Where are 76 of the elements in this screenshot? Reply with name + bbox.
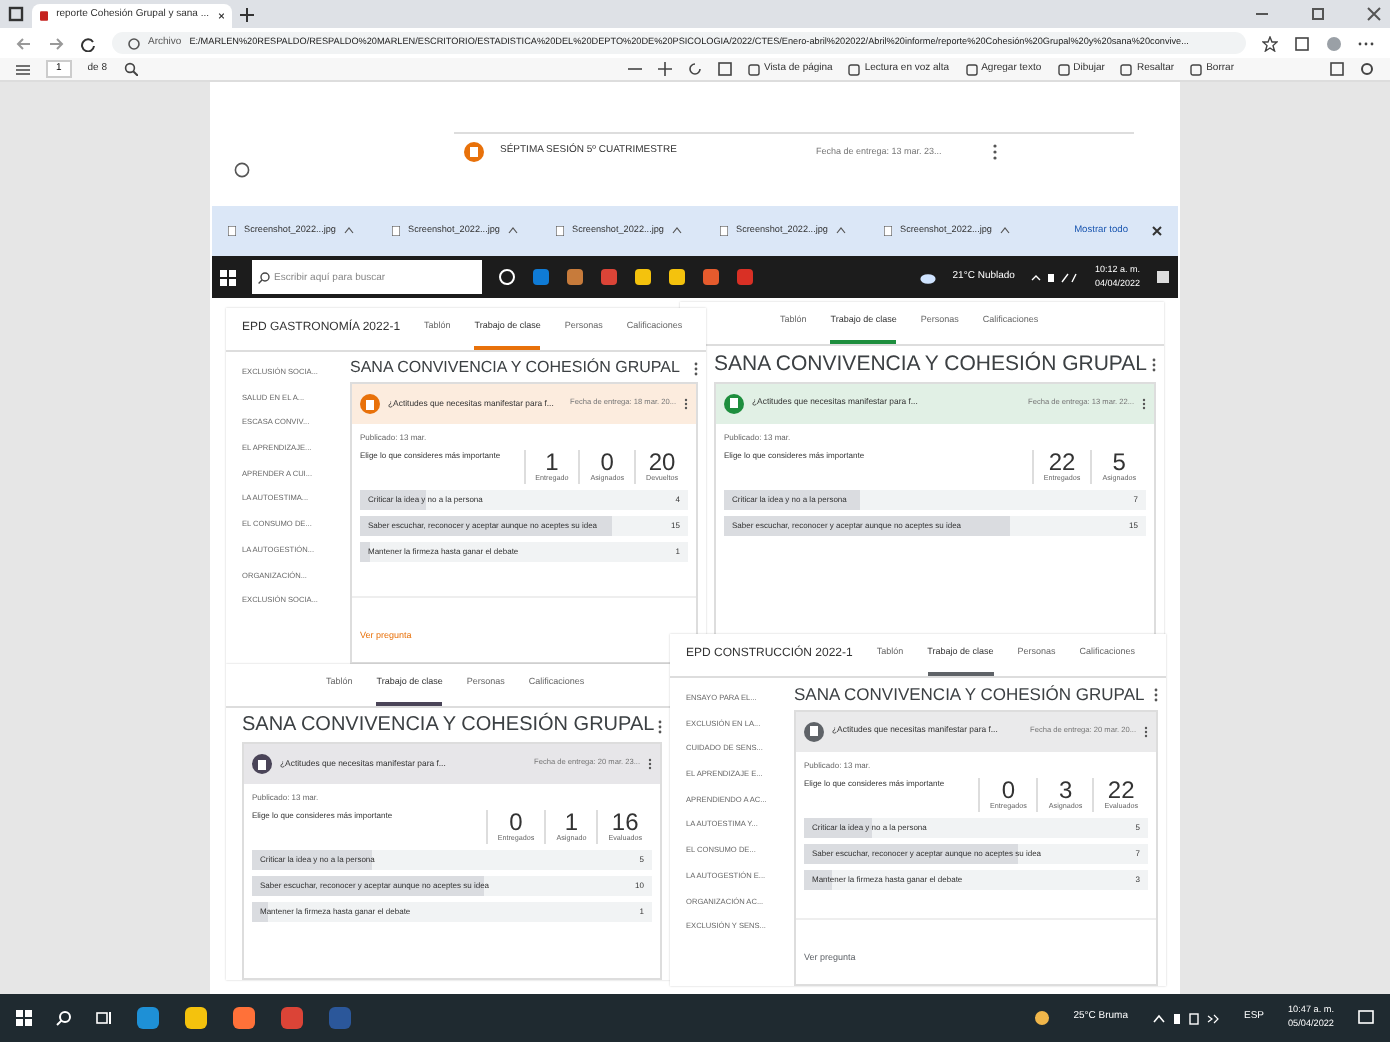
file-icon [392, 225, 400, 236]
app-icon[interactable] [566, 268, 584, 286]
notifications-icon[interactable] [1358, 1010, 1374, 1026]
sun-icon [1033, 1010, 1050, 1026]
more-icon[interactable] [992, 144, 998, 160]
collections-icon[interactable] [1294, 35, 1310, 51]
close-icon[interactable] [1366, 6, 1382, 22]
browser-icon[interactable] [600, 268, 618, 286]
close-icon[interactable] [217, 10, 224, 22]
help-icon[interactable] [234, 162, 250, 178]
tray-icons [1151, 1011, 1220, 1025]
pdf-icon [40, 8, 49, 24]
favorite-icon[interactable] [1262, 35, 1278, 51]
folder-icon[interactable] [184, 1006, 208, 1030]
browser-icon[interactable] [136, 1006, 160, 1030]
folder-icon[interactable] [634, 268, 652, 286]
file-icon [556, 225, 564, 236]
forward-icon[interactable] [48, 35, 64, 51]
stat-value: 22 [1048, 449, 1076, 473]
windows-icon[interactable] [16, 1010, 32, 1026]
zoom-out-icon[interactable] [627, 62, 642, 76]
profile-icon[interactable] [1326, 35, 1342, 51]
close-icon[interactable] [1152, 226, 1162, 236]
stat-value: 20 [648, 450, 676, 474]
stat-value: 1 [545, 450, 559, 474]
stat-value: 3 [1058, 777, 1073, 801]
browser-icon[interactable] [232, 1006, 256, 1030]
stat-value: 0 [509, 810, 523, 834]
tab-actions-icon[interactable] [8, 6, 24, 22]
cloud-icon [920, 271, 937, 283]
chevron-up-icon [343, 226, 354, 235]
search-icon [258, 271, 270, 283]
pdf-icon[interactable] [736, 268, 754, 286]
stat-value: 0 [600, 450, 614, 474]
tool-icon [1190, 63, 1203, 75]
topic-heading: SANA CONVIVENCIA Y COHESIÓN GRUPAL [350, 360, 680, 376]
stat-value: 5 [1112, 449, 1126, 473]
topic-heading: SANA CONVIVENCIA Y COHESIÓN GRUPAL [794, 686, 1145, 703]
tool-icon [848, 63, 861, 75]
file-icon [720, 225, 728, 236]
file-icon [884, 225, 892, 236]
tool-icon [965, 63, 978, 75]
chevron-up-icon [507, 226, 518, 235]
new-tab-icon[interactable] [240, 7, 254, 21]
browser-icon[interactable] [280, 1006, 304, 1030]
assignment-icon [464, 142, 484, 162]
stat-value: 1 [564, 810, 579, 834]
chevron-up-icon [671, 226, 682, 235]
browser-icon[interactable] [532, 268, 550, 286]
info-icon [128, 37, 140, 49]
tool-icon [747, 63, 760, 75]
chevron-up-icon [999, 226, 1010, 235]
contents-icon[interactable] [16, 63, 30, 75]
chevron-up-icon [835, 226, 846, 235]
topic-heading: SANA CONVIVENCIA Y COHESIÓN GRUPAL [714, 354, 1147, 375]
settings-icon[interactable] [1360, 62, 1374, 76]
tray-icons [1030, 271, 1079, 283]
rotate-icon[interactable] [687, 62, 702, 76]
tool-icon [1120, 63, 1133, 75]
zoom-in-icon[interactable] [657, 62, 672, 76]
save-icon[interactable] [1330, 62, 1344, 76]
notifications-icon[interactable] [1156, 270, 1170, 284]
restore-icon[interactable] [1310, 6, 1326, 22]
stat-value: 0 [1001, 777, 1016, 801]
stat-value: 16 [611, 810, 639, 834]
stat-value: 22 [1107, 777, 1135, 801]
search-icon[interactable] [123, 62, 138, 76]
file-icon [228, 225, 236, 236]
tool-icon [1057, 63, 1070, 75]
task-view-icon[interactable] [498, 268, 516, 286]
task-view-icon[interactable] [96, 1010, 112, 1026]
topic-heading: SANA CONVIVENCIA Y COHESIÓN GRUPAL [242, 716, 655, 736]
fit-page-icon[interactable] [717, 62, 732, 76]
refresh-icon[interactable] [80, 35, 96, 51]
windows-icon[interactable] [220, 269, 236, 285]
back-icon[interactable] [16, 35, 32, 51]
